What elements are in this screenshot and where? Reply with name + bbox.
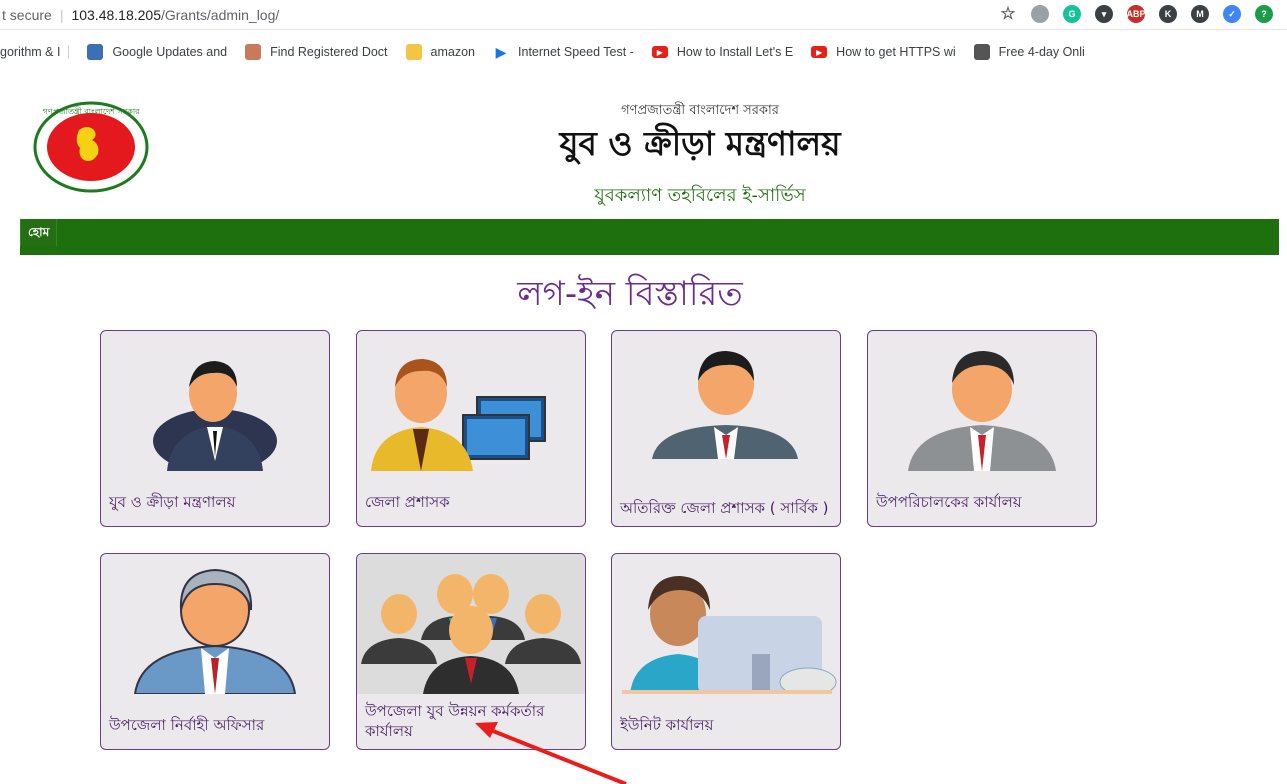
login-card-label: উপপরিচালকের কার্যালয়: [876, 493, 1022, 511]
man-grey-suit-icon: [908, 351, 1056, 471]
google-updates-icon: [87, 44, 104, 60]
bookmark-label: amazon: [430, 45, 476, 59]
login-card-label: অতিরিক্ত জেলা প্রশাসক ( সার্বিক ): [620, 499, 829, 517]
team-icon: [357, 554, 585, 694]
login-card-label: উপজেলা নির্বাহী অফিসার: [109, 716, 265, 734]
computer-operator-icon: [371, 359, 546, 471]
grammarly-icon[interactable]: G: [1063, 5, 1081, 23]
login-card-label: যুব ও ক্রীড়া মন্ত্রণালয়: [109, 493, 236, 511]
nav-home-link[interactable]: হোম: [20, 219, 58, 246]
login-card[interactable]: উপজেলা যুব উন্নয়ন কর্মকর্তার কার্যালয়: [356, 553, 586, 750]
bookmark-separator: [68, 45, 70, 59]
main-navbar: হোম: [20, 219, 1279, 255]
url-text[interactable]: 103.48.18.205/Grants/admin_log/: [71, 7, 279, 23]
bookmark-label: How to get HTTPS wi: [836, 45, 956, 59]
bookmark-label: How to Install Let's E: [676, 45, 794, 59]
bookmark-item[interactable]: ▶ How to get HTTPS wi: [811, 45, 956, 59]
bookmark-item[interactable]: amazon: [405, 44, 476, 60]
youtube-icon: ▶: [651, 46, 668, 58]
bookmark-label: Free 4-day Onli: [998, 45, 1085, 59]
site-header: গণপ্রজাতন্ত্রী বাংলাদেশ সরকার গণপ্রজাতন্…: [0, 74, 1287, 219]
address-bar[interactable]: t secure | 103.48.18.205/Grants/admin_lo…: [0, 0, 1287, 30]
bookmark-item[interactable]: ▶ Internet Speed Test -: [493, 44, 634, 60]
login-card[interactable]: যুব ও ক্রীড়া মন্ত্রণালয়: [100, 330, 330, 527]
bookmark-label: Internet Speed Test -: [518, 45, 634, 59]
bookmarks-bar: gorithm & I Google Updates and Find Regist…: [0, 30, 1287, 74]
bookmark-item[interactable]: gorithm & I: [0, 45, 70, 59]
businessman-icon: [153, 361, 277, 471]
address-separator: |: [59, 6, 64, 23]
page-title: লগ-ইন বিস্তারিত: [517, 274, 743, 314]
question-extension-icon[interactable]: ?: [1255, 5, 1273, 23]
login-card-label: উপজেলা যুব উন্নয়ন কর্মকর্তার কার্যালয়: [365, 702, 545, 740]
globe-icon[interactable]: [1031, 5, 1049, 23]
m-extension-icon[interactable]: M: [1191, 5, 1209, 23]
free-course-icon: [973, 44, 990, 60]
man-red-tie-icon: [652, 351, 798, 459]
bookmark-item[interactable]: ▶ How to Install Let's E: [651, 45, 794, 59]
k-extension-icon[interactable]: K: [1159, 5, 1177, 23]
pocket-icon[interactable]: ▾: [1095, 5, 1113, 23]
bookmark-item[interactable]: Find Registered Doct: [245, 44, 388, 60]
login-card[interactable]: উপপরিচালকের কার্যালয়: [867, 330, 1097, 527]
bookmark-label: Find Registered Doct: [270, 45, 388, 59]
play-arrow-icon: ▶: [495, 43, 507, 60]
security-indicator[interactable]: t secure: [0, 7, 52, 23]
extension-toolbar: ☆ G ▾ ABP K M ✓?: [999, 4, 1273, 23]
login-card[interactable]: জেলা প্রশাসক: [356, 330, 586, 527]
login-card[interactable]: অতিরিক্ত জেলা প্রশাসক ( সার্বিক ): [611, 330, 841, 527]
star-icon[interactable]: ☆: [999, 4, 1017, 23]
login-card-label: জেলা প্রশাসক: [365, 493, 450, 511]
grey-hair-man-icon: [133, 568, 297, 694]
bookmark-label: Google Updates and: [112, 45, 228, 59]
login-card-label: ইউনিট কার্যালয়: [620, 716, 714, 734]
site-tagline: যুবকল্যাণ তহবিলের ই-সার্ভিস: [594, 185, 806, 206]
doctor-site-icon: [245, 44, 262, 60]
blue-check-icon[interactable]: ✓: [1223, 5, 1241, 23]
ministry-title: যুব ও ক্রীড়া মন্ত্রণালয়: [559, 124, 841, 163]
adblock-icon[interactable]: ABP: [1127, 5, 1146, 23]
person-computer-icon: [622, 576, 837, 694]
bookmark-item[interactable]: Free 4-day Onli: [973, 44, 1085, 60]
youtube-icon: ▶: [811, 46, 828, 58]
login-card[interactable]: উপজেলা নির্বাহী অফিসার: [100, 553, 330, 750]
login-card[interactable]: ইউনিট কার্যালয়: [611, 553, 841, 750]
folder-icon: [405, 44, 422, 60]
bookmark-item[interactable]: Google Updates and: [87, 44, 227, 60]
bookmark-label: gorithm & I: [0, 45, 61, 59]
